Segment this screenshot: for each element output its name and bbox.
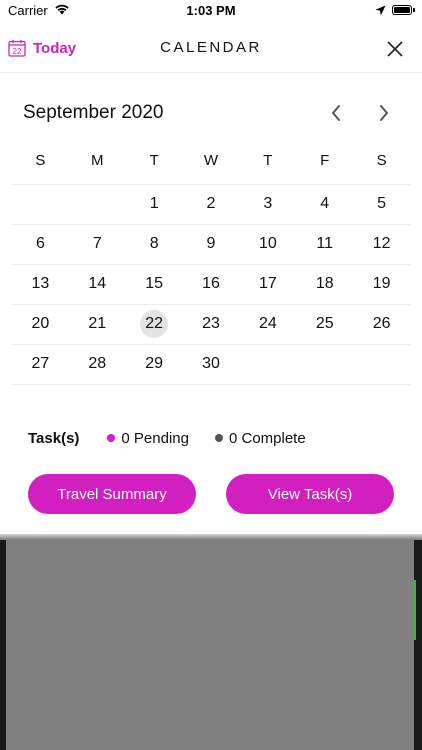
header-bar: 22 Today CALENDAR [0,24,422,73]
calendar-day[interactable]: 14 [69,264,126,304]
chevron-left-icon[interactable] [326,102,346,124]
calendar-day[interactable]: 12 [353,224,410,264]
calendar-day-empty [69,184,126,224]
close-icon[interactable] [384,38,406,60]
complete-count: 0 Complete [228,429,306,447]
calendar-day[interactable]: 26 [353,304,410,344]
battery-icon [392,5,412,15]
selected-day-circle: 22 [140,310,169,338]
background-map [6,536,414,750]
calendar-day[interactable]: 9 [183,224,240,264]
calendar-week: 1 2 3 4 5 [12,184,410,225]
weekday-label: T [149,152,159,169]
calendar-day[interactable]: 15 [126,264,183,304]
status-time: 1:03 PM [186,3,236,18]
weekday-label: W [203,152,219,169]
complete-stat: 0 Complete [214,429,306,447]
calendar-day[interactable]: 29 [126,344,183,384]
calendar-day[interactable]: 23 [183,304,240,344]
pending-dot [107,434,116,442]
page-title: CALENDAR [160,39,262,56]
calendar-week: 27 28 29 30 [12,344,410,385]
calendar-day[interactable]: 27 [12,344,69,384]
calendar-day[interactable]: 19 [353,264,410,304]
calendar-day[interactable]: 4 [296,184,353,224]
calendar-day[interactable]: 7 [69,224,126,264]
calendar-day[interactable]: 24 [239,304,296,344]
battery-tip [413,8,415,12]
weekday-label: S [376,152,387,169]
weekday-header: S M T W T F S [12,144,410,185]
calendar-day[interactable]: 20 [12,304,69,344]
weekday-label: M [91,152,104,169]
calendar-day[interactable]: 5 [353,184,410,224]
calendar-day[interactable]: 6 [12,224,69,264]
background-route-line [414,580,416,640]
calendar-day[interactable]: 8 [126,224,183,264]
calendar-day-empty [353,344,410,384]
location-arrow-icon [375,4,386,19]
calendar-day-selected[interactable]: 22 [126,304,183,344]
calendar-day[interactable]: 17 [239,264,296,304]
calendar-day[interactable]: 18 [296,264,353,304]
calendar-week: 6 7 8 9 10 11 12 [12,224,410,265]
complete-dot [214,434,223,442]
view-tasks-button[interactable]: View Task(s) [226,474,394,514]
calendar-day-empty [12,184,69,224]
status-bar: Carrier 1:03 PM [0,0,422,22]
calendar-day[interactable]: 30 [183,344,240,384]
calendar-day[interactable]: 21 [69,304,126,344]
calendar-day-empty [239,344,296,384]
calendar-day[interactable]: 10 [239,224,296,264]
calendar-day[interactable]: 13 [12,264,69,304]
weekday-label: S [35,152,46,169]
calendar-day[interactable]: 2 [183,184,240,224]
tasks-label: Task(s) [28,429,80,447]
chevron-right-icon[interactable] [374,102,394,124]
month-title: September 2020 [23,102,164,123]
calendar-screen: Carrier 1:03 PM 22 Today CALENDAR Septem… [0,0,422,750]
tasks-summary: Task(s) 0 Pending 0 Complete [28,428,408,448]
calendar-day[interactable]: 28 [69,344,126,384]
sheet-shadow [0,534,422,540]
calendar-week: 13 14 15 16 17 18 19 [12,264,410,305]
calendar-day[interactable]: 1 [126,184,183,224]
weekday-label: F [320,152,330,169]
calendar-day-empty [296,344,353,384]
calendar-week: 20 21 22 23 24 25 26 [12,304,410,345]
travel-summary-button[interactable]: Travel Summary [28,474,196,514]
pending-stat: 0 Pending [107,430,189,447]
calendar-day[interactable]: 11 [296,224,353,264]
calendar-day[interactable]: 25 [296,304,353,344]
calendar-day[interactable]: 3 [239,184,296,224]
weekday-label: T [263,152,273,169]
pending-count: 0 Pending [121,429,189,447]
calendar-day[interactable]: 16 [183,264,240,304]
